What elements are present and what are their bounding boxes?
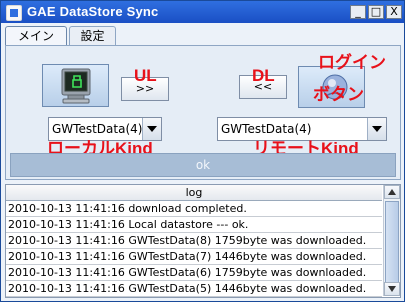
arrow-down-icon <box>388 286 396 292</box>
remote-kind-dropdown-button[interactable] <box>367 118 386 140</box>
title-bar[interactable]: GAE DataStore Sync _ □ X <box>1 1 404 23</box>
maximize-button[interactable]: □ <box>368 5 384 19</box>
login-annotation-line1: ログイン <box>318 53 386 72</box>
computer-terminal-icon <box>61 68 91 104</box>
log-row[interactable]: 2010-10-13 11:41:16 Local datastore --- … <box>6 217 382 233</box>
log-panel: log 2010-10-13 11:41:16 download complet… <box>5 184 401 298</box>
main-panel: >> << UL DL ログイン ボタン GWTestData(4) GWTes… <box>5 45 401 180</box>
scroll-up-button[interactable] <box>384 185 400 199</box>
log-column-header[interactable]: log <box>6 185 382 201</box>
dl-annotation: DL <box>252 66 275 85</box>
ok-button[interactable]: ok <box>10 153 396 177</box>
minimize-button[interactable]: _ <box>350 5 366 19</box>
tab-main[interactable]: メイン <box>5 26 67 47</box>
log-row[interactable]: 2010-10-13 11:41:16 GWTestData(6) 1759by… <box>6 265 382 281</box>
chevron-down-icon <box>147 126 157 132</box>
log-row[interactable]: 2010-10-13 11:41:16 GWTestData(7) 1446by… <box>6 249 382 265</box>
log-row[interactable]: 2010-10-13 11:41:16 download completed. <box>6 201 382 217</box>
ul-annotation: UL <box>134 66 157 85</box>
app-window: GAE DataStore Sync _ □ X メイン 設定 >> << UL… <box>0 0 405 302</box>
local-datastore-button[interactable] <box>42 64 109 107</box>
close-button[interactable]: X <box>386 5 402 19</box>
log-list: 2010-10-13 11:41:16 download completed. … <box>6 201 382 297</box>
scroll-down-button[interactable] <box>384 282 400 296</box>
app-icon <box>6 5 22 21</box>
login-annotation-line2: ボタン <box>313 85 364 104</box>
chevron-down-icon <box>372 126 382 132</box>
log-row[interactable]: 2010-10-13 11:41:16 GWTestData(8) 1759by… <box>6 233 382 249</box>
tab-settings[interactable]: 設定 <box>69 26 116 46</box>
log-scrollbar[interactable] <box>383 185 400 296</box>
arrow-up-icon <box>388 189 396 195</box>
window-title: GAE DataStore Sync <box>27 4 159 19</box>
log-row[interactable]: 2010-10-13 11:41:16 GWTestData(5) 1446by… <box>6 281 382 297</box>
scroll-thumb[interactable] <box>385 201 399 283</box>
